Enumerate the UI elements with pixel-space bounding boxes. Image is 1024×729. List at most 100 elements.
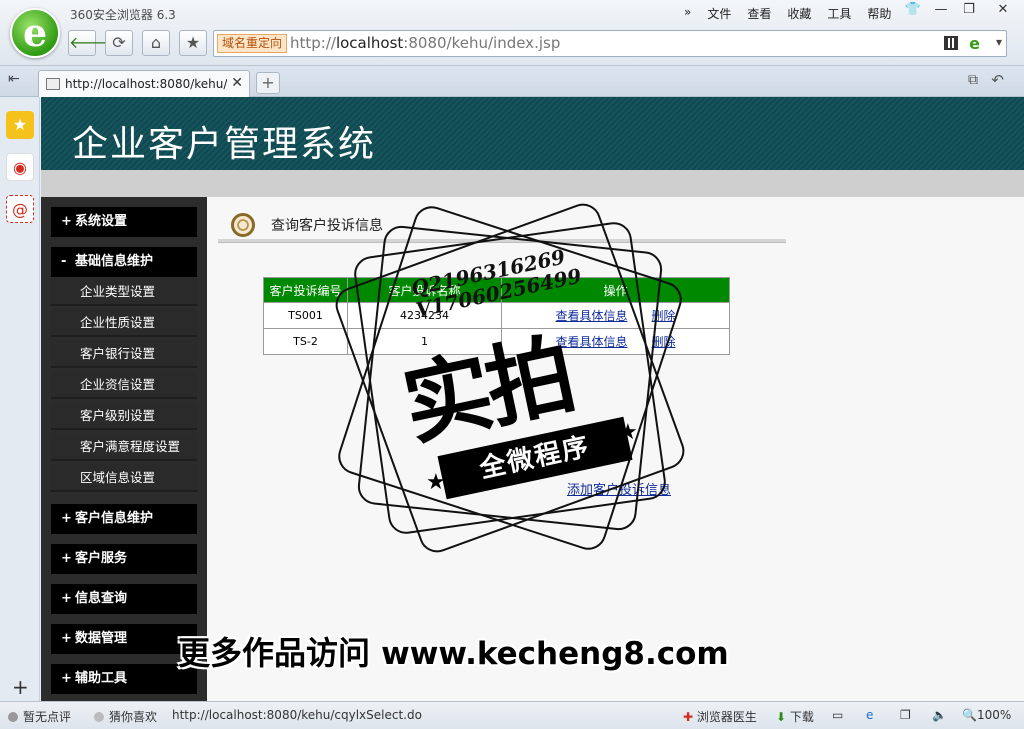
email-icon[interactable]: @	[6, 195, 34, 223]
promo-url: www.kecheng8.com	[381, 636, 729, 672]
column-header-name: 客户投诉名称	[347, 277, 502, 303]
qr-code-icon[interactable]	[944, 36, 958, 50]
table-row: TS-2 1 查看具体信息 删除	[263, 328, 730, 355]
download-status[interactable]: ⬇ 下载	[776, 708, 814, 725]
breadcrumb: 查询客户投诉信息	[271, 218, 383, 234]
table-row: TS001 4234234 查看具体信息 删除	[263, 302, 730, 329]
nav-item-company-credit[interactable]: 企业资信设置	[51, 371, 197, 399]
address-bar[interactable]: 域名重定向 http://localhost:8080/kehu/index.j…	[213, 30, 1007, 57]
url-host: localhost	[335, 34, 404, 52]
nav-section-basic-info[interactable]: - 基础信息维护	[51, 247, 197, 277]
status-bar: 暂无点评 猜你喜欢 http://localhost:8080/kehu/cqy…	[0, 701, 1024, 729]
rating-icon	[8, 712, 18, 722]
nav-item-company-type[interactable]: 企业类型设置	[51, 278, 197, 306]
target-icon	[231, 213, 255, 237]
chevron-down-icon[interactable]: ▾	[996, 35, 1002, 49]
nav-section-customer-service[interactable]: + 客户服务	[51, 544, 197, 574]
cell-name: 4234234	[347, 302, 502, 329]
menu-file[interactable]: 文件	[699, 5, 739, 22]
url-text[interactable]: http://localhost:8080/kehu/index.jsp	[290, 34, 560, 52]
add-complaint-link[interactable]: 添加客户投诉信息	[567, 479, 671, 498]
restore-icon[interactable]: ❐	[956, 2, 982, 22]
refresh-icon: ⟳	[112, 33, 126, 52]
new-tab-button[interactable]: +	[256, 72, 280, 94]
browser-menu: » 文件 查看 收藏 工具 帮助	[676, 5, 899, 22]
cell-actions: 查看具体信息 删除	[501, 302, 730, 329]
back-button[interactable]: 🡐	[68, 30, 112, 56]
cell-id: TS-2	[263, 328, 348, 355]
star-icon: ★	[185, 33, 201, 52]
sidebar-toggle-icon[interactable]: ⇤	[8, 71, 20, 87]
nav-section-customer-info[interactable]: + 客户信息维护	[51, 504, 197, 534]
delete-link[interactable]: 删除	[652, 335, 676, 349]
minimize-icon[interactable]: —	[928, 2, 954, 22]
close-window-icon[interactable]: ✕	[990, 2, 1016, 22]
guess-icon	[94, 712, 104, 722]
nav-item-customer-bank[interactable]: 客户银行设置	[51, 340, 197, 368]
page-favicon-icon	[46, 78, 60, 90]
complaint-table: 客户投诉编号 客户投诉名称 操作 TS001 4234234 查看具体信息 删除 …	[263, 277, 730, 355]
home-icon: ⌂	[150, 33, 162, 52]
promo-text: 更多作品访问	[178, 634, 371, 672]
hover-url: http://localhost:8080/kehu/cqylxSelect.d…	[172, 708, 422, 722]
nav-item-customer-level[interactable]: 客户级别设置	[51, 402, 197, 430]
feedback-icon[interactable]: ▭	[832, 708, 843, 722]
breadcrumb-divider	[218, 239, 786, 243]
weibo-icon[interactable]: ◉	[6, 153, 34, 181]
nav-section-system[interactable]: + 系统设置	[51, 207, 197, 237]
zoom-icon: 🔍	[962, 708, 977, 722]
doctor-icon: ✚	[683, 710, 697, 724]
cell-name: 1	[347, 328, 502, 355]
column-header-actions: 操作	[501, 277, 730, 303]
window-icon[interactable]: ❐	[900, 708, 911, 722]
favorites-star-icon[interactable]: ★	[6, 111, 34, 139]
tab-list-icon[interactable]: ⧉	[968, 72, 978, 88]
tab-bar: ⇤ http://localhost:8080/kehu/i ✕ + ⧉ ↶	[0, 66, 1024, 97]
browser-sidebar: ★ ◉ @ +	[0, 97, 40, 701]
zoom-control[interactable]: 🔍100%	[962, 708, 1011, 722]
home-button[interactable]: ⌂	[142, 30, 170, 56]
menu-view[interactable]: 查看	[739, 5, 779, 22]
volume-icon[interactable]: 🔈	[932, 708, 947, 722]
redirect-badge[interactable]: 域名重定向	[217, 34, 288, 53]
ie-icon[interactable]: e	[866, 708, 873, 722]
menu-favorites[interactable]: 收藏	[779, 5, 819, 22]
nav-item-region[interactable]: 区域信息设置	[51, 464, 197, 492]
header-divider	[41, 170, 1024, 197]
web-page: 企业客户管理系统 + 系统设置 - 基础信息维护 企业类型设置 企业性质设置 客户银…	[41, 97, 1024, 701]
skin-icon[interactable]: 👕	[900, 2, 926, 22]
nav-item-company-nature[interactable]: 企业性质设置	[51, 309, 197, 337]
menu-tools[interactable]: 工具	[819, 5, 859, 22]
cell-id: TS001	[263, 302, 348, 329]
menu-help[interactable]: 帮助	[859, 5, 899, 22]
promo-watermark: 更多作品访问 www.kecheng8.com	[178, 628, 729, 674]
refresh-button[interactable]: ⟳	[105, 30, 133, 56]
system-title: 企业客户管理系统	[72, 124, 377, 165]
view-detail-link[interactable]: 查看具体信息	[555, 335, 627, 349]
side-nav: + 系统设置 - 基础信息维护 企业类型设置 企业性质设置 客户银行设置 企业资信设…	[41, 197, 207, 701]
tab-label: http://localhost:8080/kehu/i	[65, 77, 227, 91]
browser-doctor[interactable]: ✚ 浏览器医生	[683, 708, 757, 725]
undo-close-icon[interactable]: ↶	[991, 71, 1004, 89]
nav-section-query[interactable]: + 信息查询	[51, 584, 197, 614]
main-content: 查询客户投诉信息 客户投诉编号 客户投诉名称 操作 TS001 4234234 …	[207, 197, 1024, 701]
download-icon: ⬇	[776, 710, 790, 724]
favorite-button[interactable]: ★	[179, 30, 207, 56]
add-sidebar-item-icon[interactable]: +	[12, 675, 29, 699]
nav-item-satisfaction[interactable]: 客户满意程度设置	[51, 433, 197, 461]
tab-active[interactable]: http://localhost:8080/kehu/i ✕	[38, 70, 250, 97]
rating-status[interactable]: 暂无点评	[8, 708, 71, 725]
more-chevron-icon[interactable]: »	[676, 5, 699, 22]
guess-status[interactable]: 猜你喜欢	[94, 708, 157, 725]
close-icon[interactable]: ✕	[231, 75, 243, 91]
url-prefix: http://	[290, 34, 336, 52]
view-detail-link[interactable]: 查看具体信息	[555, 309, 627, 323]
browser-logo-icon[interactable]	[10, 8, 60, 58]
column-header-id: 客户投诉编号	[263, 277, 348, 303]
ie-mode-icon[interactable]: e	[969, 34, 980, 53]
nav-section-data[interactable]: + 数据管理	[51, 624, 197, 654]
delete-link[interactable]: 删除	[652, 309, 676, 323]
app-title: 360安全浏览器 6.3	[70, 8, 176, 22]
nav-section-tools[interactable]: + 辅助工具	[51, 664, 197, 694]
browser-titlebar: 360安全浏览器 6.3 » 文件 查看 收藏 工具 帮助 👕 — ❐ ✕ 🡐 …	[0, 0, 1024, 66]
